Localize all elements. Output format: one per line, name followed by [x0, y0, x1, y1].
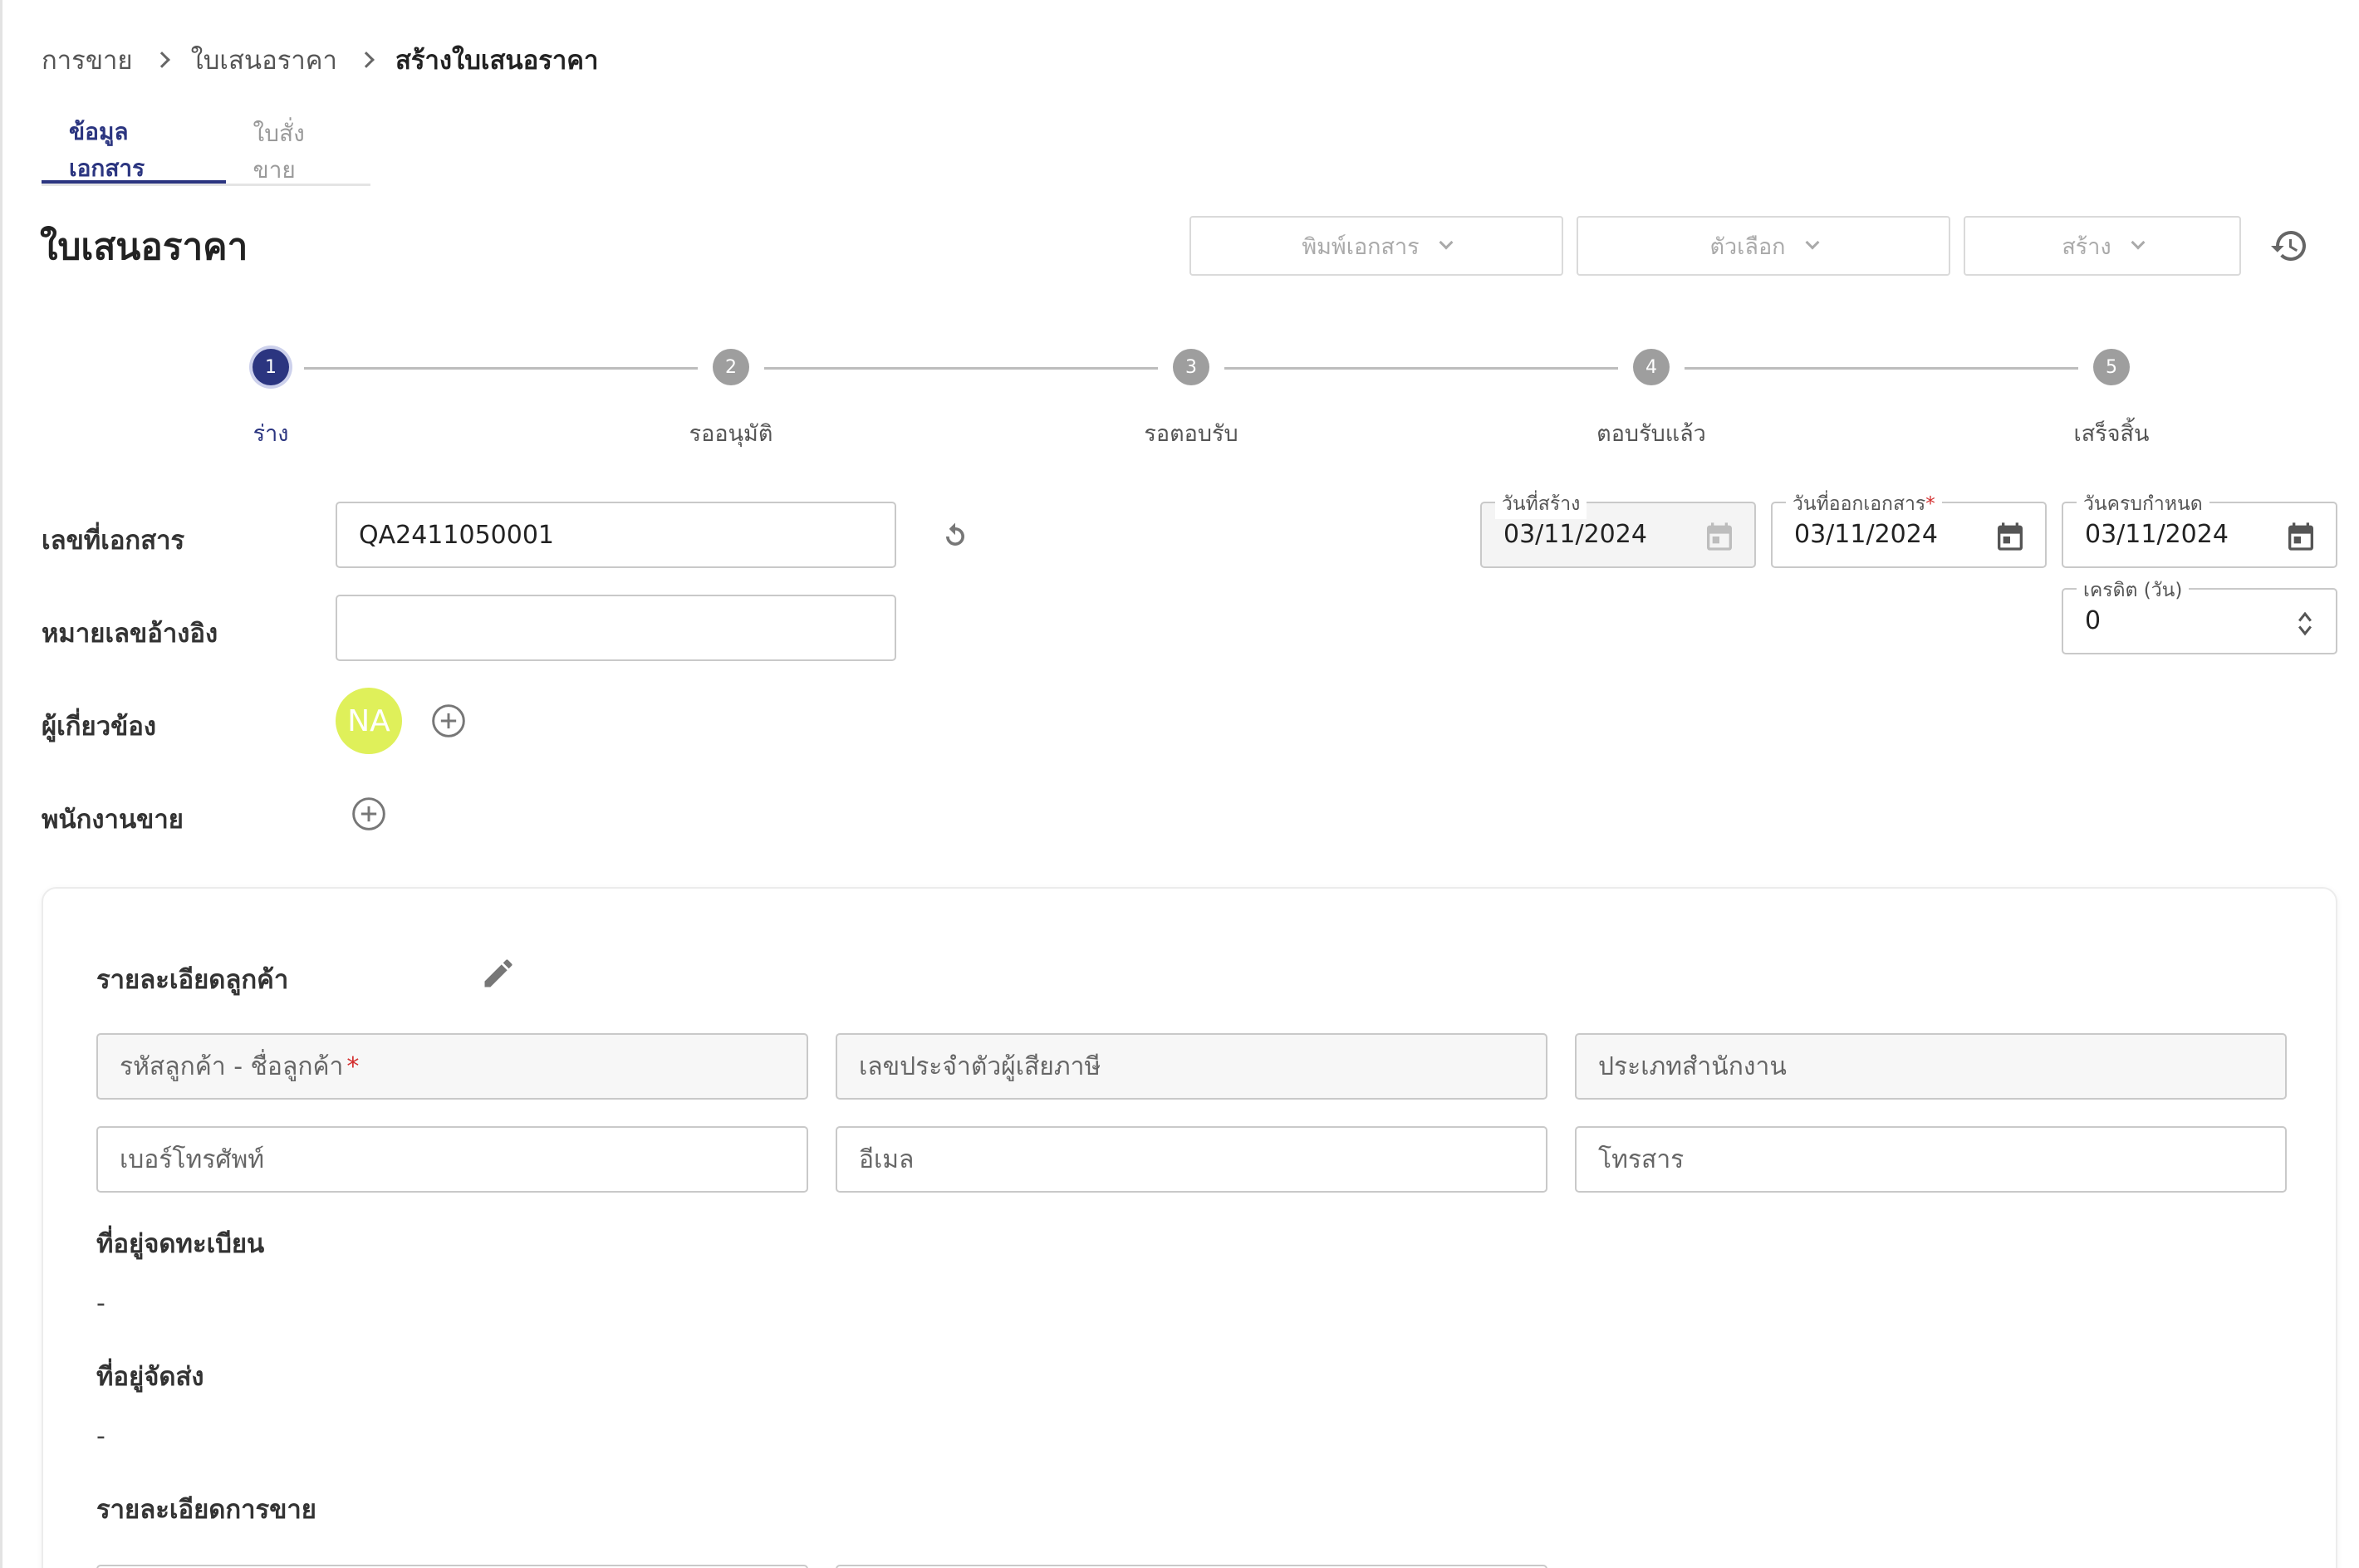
avatar[interactable]: NA: [336, 688, 402, 754]
doc-number-input[interactable]: [336, 502, 896, 568]
issue-date-value: 03/11/2024: [1794, 520, 1938, 549]
step-2-label: รออนุมัติ: [689, 421, 773, 447]
create-button[interactable]: สร้าง: [1964, 216, 2241, 276]
customer-details-card: รายละเอียดลูกค้า รหัสลูกค้า - ชื่อลูกค้า…: [42, 887, 2337, 1568]
sales-detail-input[interactable]: [836, 1565, 1547, 1568]
stepper-connector: [764, 367, 1158, 370]
created-date-value: 03/11/2024: [1503, 520, 1647, 549]
stepper-connector: [1224, 367, 1618, 370]
step-3-label: รอตอบรับ: [1144, 421, 1238, 447]
step-1-label: ร่าง: [253, 421, 289, 447]
phone-input[interactable]: เบอร์โทรศัพท์: [96, 1126, 808, 1193]
office-type-input[interactable]: ประเภทสำนักงาน: [1575, 1033, 2287, 1100]
edit-icon[interactable]: [480, 955, 517, 992]
created-date-field: วันที่สร้าง 03/11/2024: [1480, 489, 1756, 568]
registered-address-title: ที่อยู่จดทะเบียน: [96, 1229, 265, 1259]
step-1-circle: 1: [253, 349, 289, 385]
history-icon[interactable]: [2269, 226, 2309, 266]
customer-details-title: รายละเอียดลูกค้า: [96, 965, 289, 995]
chevron-down-icon: [1805, 235, 1820, 250]
step-3-circle: 3: [1173, 349, 1209, 385]
credit-days-value: 0: [2085, 606, 2102, 635]
print-document-label: พิมพ์เอกสาร: [1302, 233, 1420, 260]
left-divider: [0, 0, 2, 1568]
tax-id-input[interactable]: เลขประจำตัวผู้เสียภาษี: [836, 1033, 1547, 1100]
calendar-icon: [1707, 522, 1732, 551]
chevron-down-icon: [1439, 235, 1454, 250]
issue-date-label: วันที่ออกเอกสาร*: [1786, 489, 1942, 519]
step-5-label: เสร็จสิ้น: [2073, 421, 2150, 447]
step-2-circle: 2: [713, 349, 749, 385]
salesperson-label: พนักงานขาย: [42, 805, 184, 835]
registered-address-value: -: [96, 1289, 105, 1318]
calendar-icon[interactable]: [2284, 518, 2317, 555]
doc-number-label: เลขที่เอกสาร: [42, 526, 185, 556]
step-4-circle: 4: [1633, 349, 1670, 385]
fax-input[interactable]: โทรสาร: [1575, 1126, 2287, 1193]
reference-input[interactable]: [336, 595, 896, 661]
print-document-button[interactable]: พิมพ์เอกสาร: [1189, 216, 1563, 276]
sales-details-title: รายละเอียดการขาย: [96, 1495, 316, 1525]
breadcrumb-quotation[interactable]: ใบเสนอราคา: [191, 39, 337, 81]
options-label: ตัวเลือก: [1709, 233, 1786, 260]
due-date-value: 03/11/2024: [2085, 520, 2229, 549]
stepper-arrows-icon[interactable]: [2296, 610, 2314, 638]
breadcrumb-sales[interactable]: การขาย: [42, 39, 133, 81]
credit-days-field[interactable]: เครดิต (วัน) 0: [2062, 576, 2337, 654]
calendar-icon[interactable]: [1994, 518, 2027, 555]
tab-bar: ข้อมูลเอกสาร ใบสั่งขาย: [42, 118, 370, 186]
delivery-address-value: -: [96, 1422, 105, 1451]
related-persons-label: ผู้เกี่ยวข้อง: [42, 712, 157, 742]
breadcrumb-current: สร้างใบเสนอราคา: [395, 46, 599, 76]
refresh-icon[interactable]: [937, 518, 974, 555]
tab-document-info[interactable]: ข้อมูลเอกสาร: [42, 118, 226, 184]
page-title: ใบเสนอราคา: [40, 226, 248, 268]
step-4-label: ตอบรับแล้ว: [1596, 421, 1706, 447]
issue-date-field[interactable]: วันที่ออกเอกสาร* 03/11/2024: [1771, 489, 2047, 568]
add-related-person-icon[interactable]: [430, 703, 467, 739]
step-5-circle: 5: [2093, 349, 2130, 385]
options-button[interactable]: ตัวเลือก: [1577, 216, 1950, 276]
chevron-right-icon: [358, 51, 375, 68]
customer-code-name-input[interactable]: รหัสลูกค้า - ชื่อลูกค้า *: [96, 1033, 808, 1100]
create-label: สร้าง: [2062, 233, 2111, 260]
chevron-right-icon: [153, 51, 170, 68]
chevron-down-icon: [2131, 235, 2146, 250]
add-salesperson-icon[interactable]: [351, 796, 387, 832]
created-date-label: วันที่สร้าง: [1495, 489, 1587, 519]
breadcrumb: การขาย ใบเสนอราคา สร้างใบเสนอราคา: [42, 40, 598, 80]
delivery-address-title: ที่อยู่จัดส่ง: [96, 1362, 204, 1392]
email-input[interactable]: อีเมล: [836, 1126, 1547, 1193]
sales-detail-input[interactable]: [96, 1565, 808, 1568]
stepper-connector: [1685, 367, 2078, 370]
stepper-connector: [304, 367, 698, 370]
reference-label: หมายเลขอ้างอิง: [42, 619, 218, 649]
credit-days-label: เครดิต (วัน): [2077, 576, 2190, 605]
due-date-field[interactable]: วันครบกำหนด 03/11/2024: [2062, 489, 2337, 568]
tab-sales-order[interactable]: ใบสั่งขาย: [226, 120, 370, 184]
due-date-label: วันครบกำหนด: [2077, 489, 2209, 519]
